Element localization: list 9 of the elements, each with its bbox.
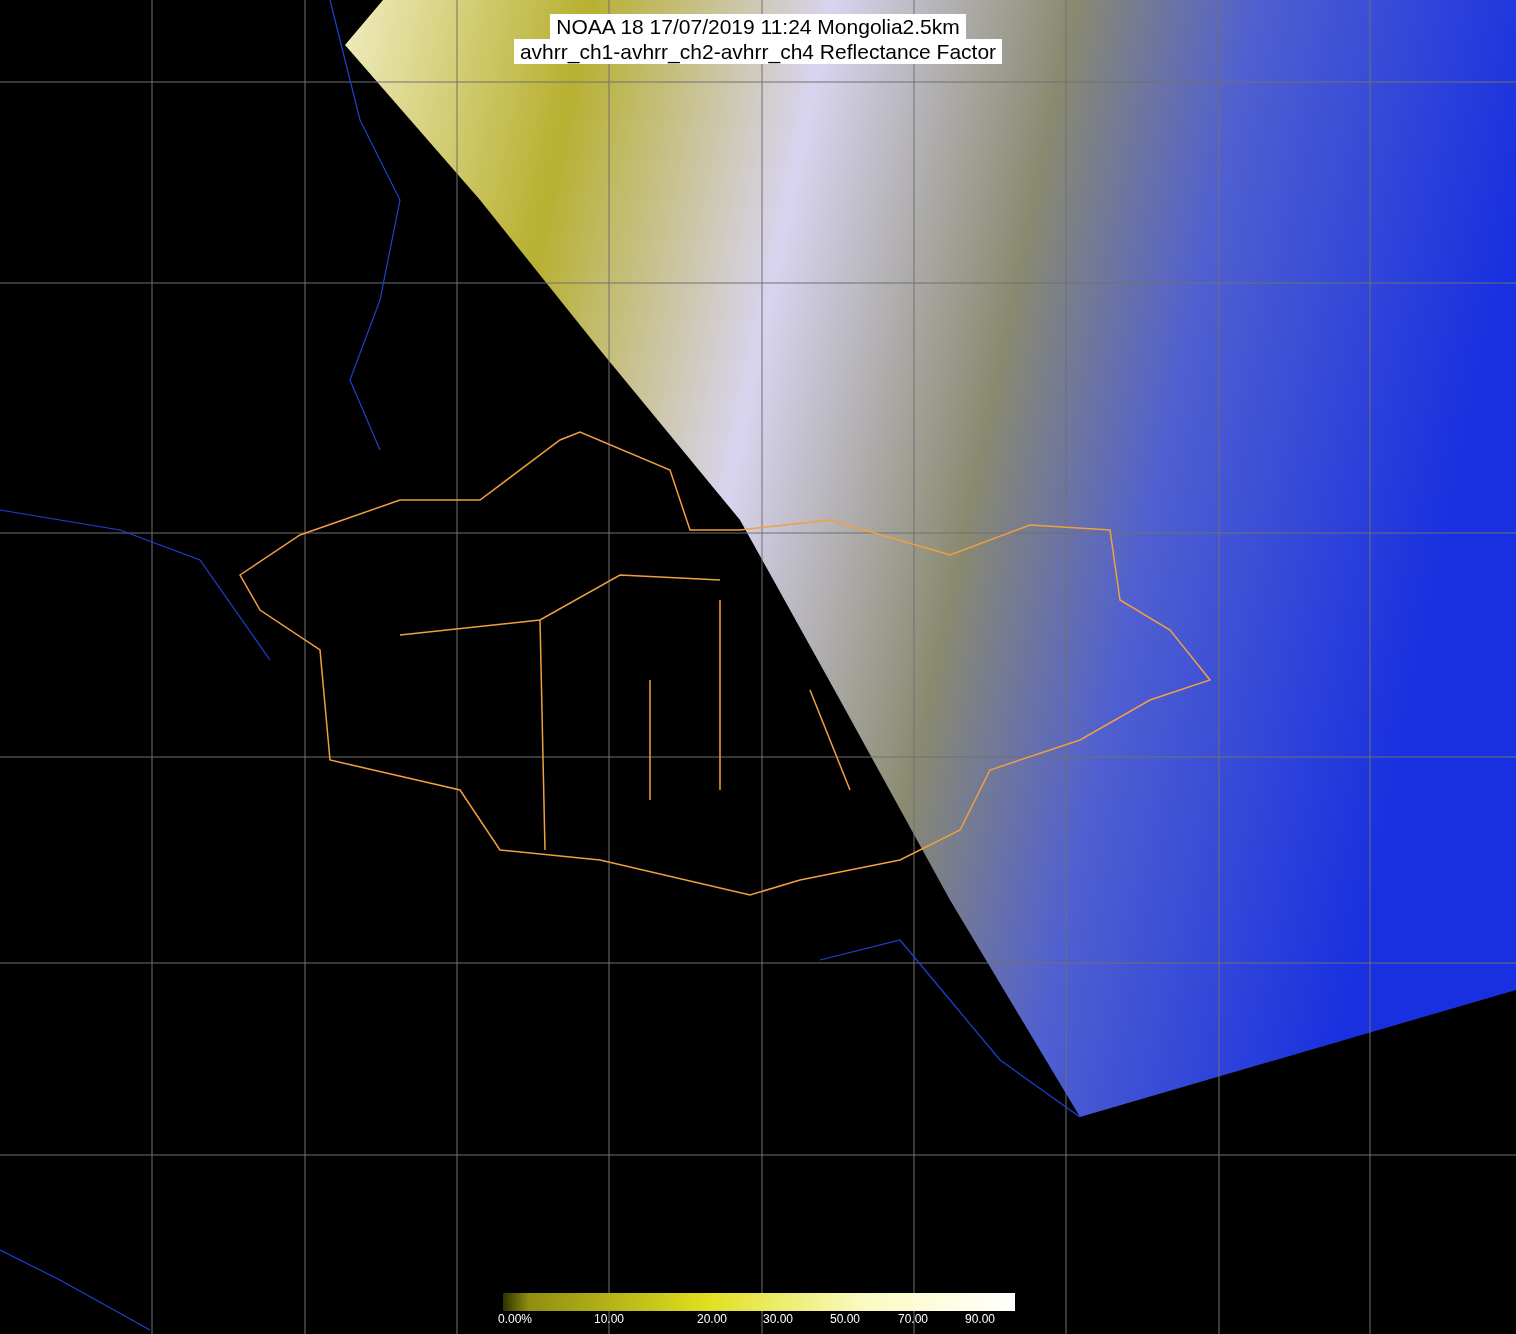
colorbar-label: 90.00 — [965, 1312, 996, 1326]
colorbar-label: 20.00 — [697, 1312, 728, 1326]
map-title: NOAA 18 17/07/2019 11:24 Mongolia2.5km — [550, 14, 966, 39]
map-title: avhrr_ch1-avhrr_ch2-avhrr_ch4 Reflectance Factor — [513, 39, 1003, 64]
colorbar-label: 50.00 — [830, 1312, 861, 1326]
colorbar-label: 70.00 — [898, 1312, 929, 1326]
colorbar-label: 0.00% — [498, 1312, 533, 1326]
colorbar-label: 10.00 — [594, 1312, 625, 1326]
colorbar-label: 30.00 — [763, 1312, 794, 1326]
